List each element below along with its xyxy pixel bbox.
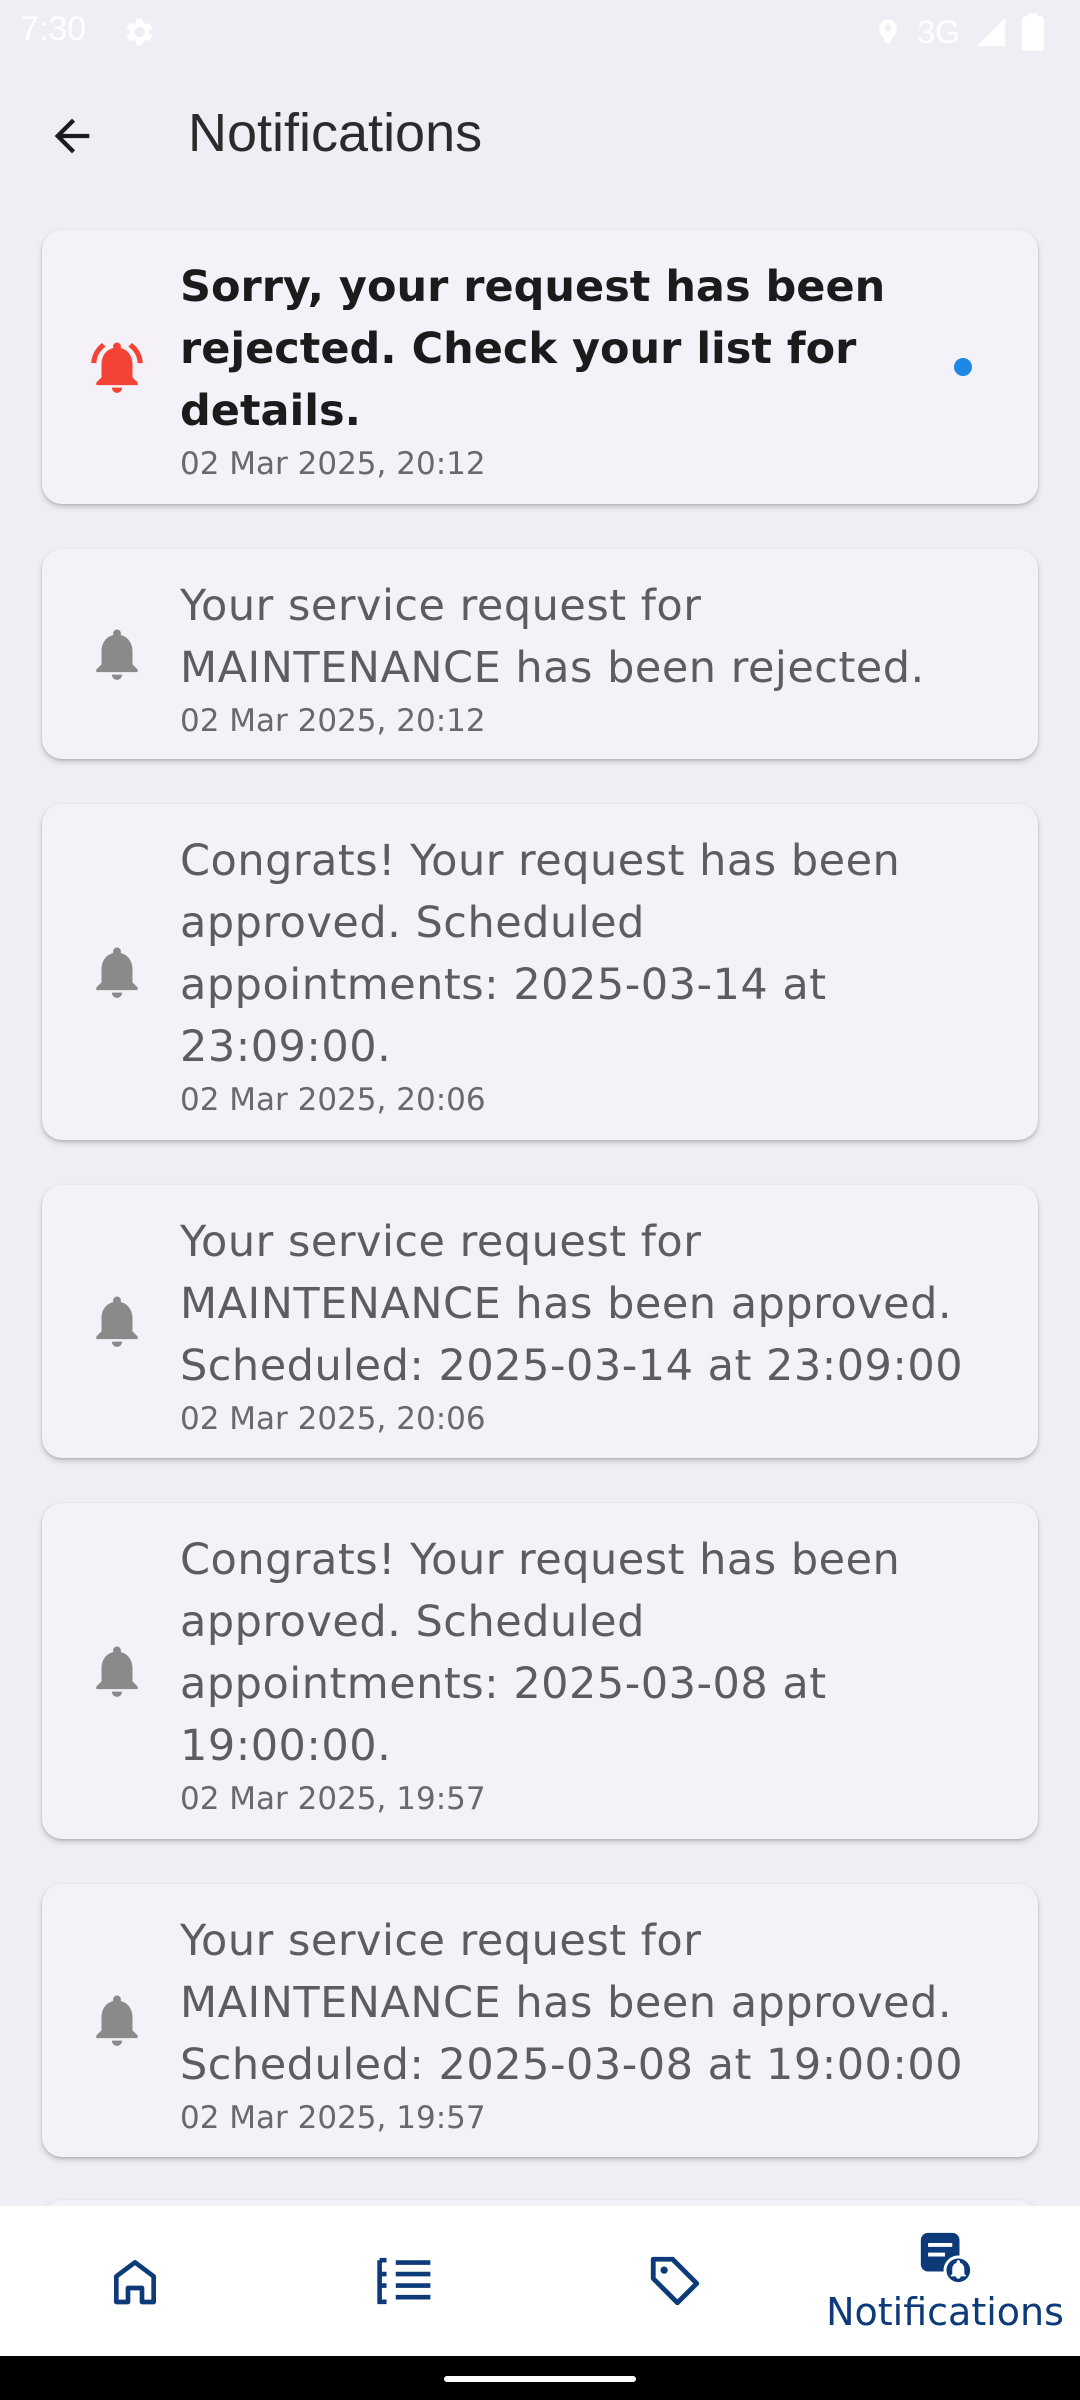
notification-time: 02 Mar 2025, 20:12: [180, 446, 486, 482]
network-type: 3G: [917, 13, 960, 50]
battery-icon: [1022, 13, 1044, 51]
app-bar: Notifications: [0, 64, 1080, 208]
notification-active-bell-icon: [91, 342, 143, 393]
notification-card[interactable]: Congrats! Your request has been approved…: [42, 1503, 1038, 1839]
bell-icon: [96, 947, 138, 998]
notification-time: 02 Mar 2025, 20:12: [180, 703, 486, 739]
settings-gear-icon: [126, 18, 153, 46]
notification-message: Sorry, your request has been rejected. C…: [180, 262, 886, 436]
notification-content: Your service request for MAINTENANCE has…: [180, 1910, 968, 2136]
notification-time: 02 Mar 2025, 19:57: [180, 1781, 486, 1817]
bottom-navigation: Notifications: [0, 2206, 1080, 2356]
notification-message: Congrats! Your request has been approved…: [180, 1535, 901, 1771]
nav-home[interactable]: [60, 2206, 210, 2356]
bell-icon: [96, 1995, 138, 2046]
nav-tags[interactable]: [600, 2206, 750, 2356]
page-title: Notifications: [188, 103, 483, 163]
unread-indicator: [954, 358, 972, 376]
nav-notifications-label: Notifications: [826, 2290, 1064, 2334]
notification-time: 02 Mar 2025, 20:06: [180, 1082, 486, 1118]
status-bar: 7:30 3G: [0, 0, 1080, 64]
status-time: 7:30: [20, 10, 87, 48]
system-gesture-bar: [0, 2356, 1080, 2400]
nav-notifications[interactable]: Notifications: [820, 2206, 1070, 2356]
home-icon: [114, 2260, 157, 2305]
notification-content: Sorry, your request has been rejected. C…: [180, 256, 968, 482]
bell-icon: [96, 1646, 138, 1697]
signal-icon: [976, 17, 1006, 47]
nav-list[interactable]: [330, 2206, 480, 2356]
notification-message: Your service request for MAINTENANCE has…: [180, 1916, 964, 2090]
location-icon: [879, 19, 898, 45]
arrow-back-icon: [54, 118, 90, 154]
notification-card[interactable]: Sorry, your request has been rejected. C…: [42, 230, 1038, 504]
notification-card[interactable]: Your service request for MAINTENANCE has…: [42, 1185, 1038, 1458]
notification-card[interactable]: Your service request for MAINTENANCE has…: [42, 549, 1038, 759]
notification-message: Congrats! Your request has been approved…: [180, 836, 901, 1072]
notification-time: 02 Mar 2025, 19:57: [180, 2100, 486, 2136]
notification-content: Your service request for MAINTENANCE has…: [180, 575, 968, 739]
notification-content: Congrats! Your request has been approved…: [180, 830, 968, 1118]
bell-icon: [96, 629, 138, 680]
notification-card[interactable]: Congrats! Your request has been approved…: [42, 804, 1038, 1140]
notification-content: Congrats! Your request has been approved…: [180, 1529, 968, 1817]
status-indicators: 3G: [873, 12, 1044, 52]
notifications-icon: [920, 2232, 974, 2286]
tag-icon: [650, 2256, 700, 2306]
notification-content: Your service request for MAINTENANCE has…: [180, 1211, 968, 1437]
list-icon: [377, 2257, 431, 2305]
notification-message: Your service request for MAINTENANCE has…: [180, 1217, 964, 1391]
notification-card[interactable]: Your service request for MAINTENANCE has…: [42, 1884, 1038, 2157]
notification-time: 02 Mar 2025, 20:06: [180, 1401, 486, 1437]
bell-icon: [96, 1296, 138, 1347]
home-gesture-handle[interactable]: [444, 2376, 636, 2382]
back-button[interactable]: [40, 104, 104, 168]
notification-message: Your service request for MAINTENANCE has…: [180, 581, 925, 693]
